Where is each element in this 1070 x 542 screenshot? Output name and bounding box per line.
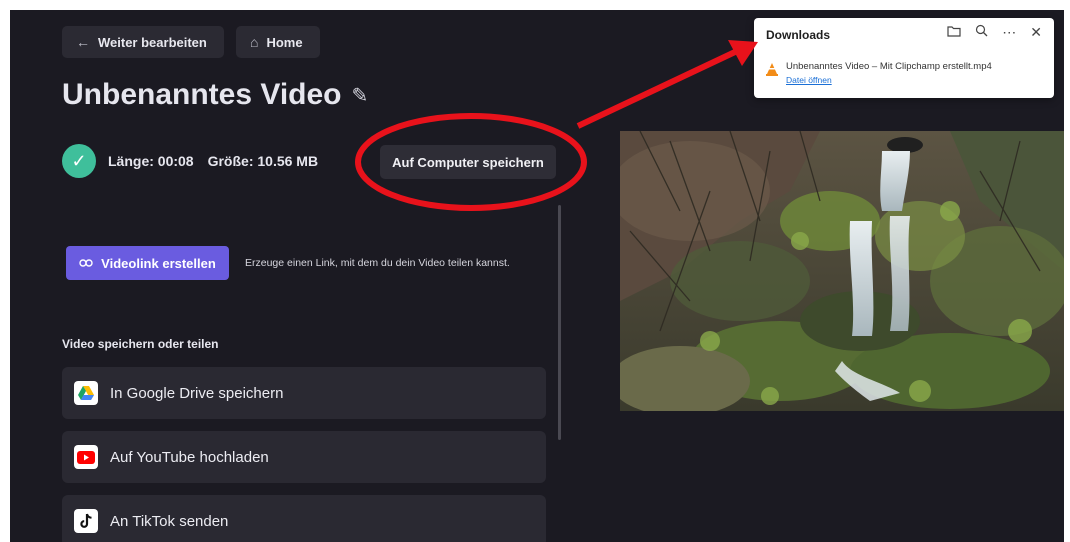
downloads-title: Downloads [766, 28, 831, 42]
download-file-name: Unbenanntes Video – Mit Clipchamp erstel… [786, 61, 992, 72]
create-video-link-label: Videolink erstellen [101, 255, 216, 271]
home-button[interactable]: ⌂ Home [236, 26, 320, 58]
create-video-link-button[interactable]: Videolink erstellen [66, 246, 229, 280]
downloads-toolbar: ⋯ ✕ [947, 24, 1042, 41]
back-to-editor-label: Weiter bearbeiten [98, 34, 207, 50]
video-title-text: Unbenanntes Video [62, 78, 342, 111]
more-icon[interactable]: ⋯ [1002, 24, 1016, 41]
home-icon: ⌂ [250, 34, 259, 50]
link-icon [79, 256, 93, 271]
close-icon[interactable]: ✕ [1030, 24, 1042, 41]
share-google-drive-label: In Google Drive speichern [110, 384, 284, 402]
tiktok-icon [74, 509, 98, 533]
downloads-panel: Downloads ⋯ ✕ Unbenanntes Video – Mit Cl… [754, 18, 1054, 98]
folder-icon[interactable] [947, 24, 961, 41]
vlc-file-icon [766, 63, 778, 81]
video-link-hint: Erzeuge einen Link, mit dem du dein Vide… [245, 257, 510, 269]
arrow-left-icon: ← [76, 34, 90, 50]
share-google-drive-button[interactable]: In Google Drive speichern [62, 367, 546, 419]
back-to-editor-button[interactable]: ← Weiter bearbeiten [62, 26, 224, 58]
share-section-title: Video speichern oder teilen [62, 337, 219, 351]
video-length: Länge: 00:08 [108, 153, 194, 169]
video-size: Größe: 10.56 MB [207, 153, 319, 169]
video-title: Unbenanntes Video ✎ [62, 78, 368, 112]
google-drive-icon [74, 381, 98, 405]
home-label: Home [266, 34, 303, 50]
share-youtube-button[interactable]: Auf YouTube hochladen [62, 431, 546, 483]
waterfall-thumbnail [620, 131, 1064, 411]
scrollbar[interactable] [558, 205, 561, 440]
export-complete-icon: ✓ [62, 144, 96, 178]
share-youtube-label: Auf YouTube hochladen [110, 448, 269, 466]
video-meta: Länge: 00:08 Größe: 10.56 MB [108, 153, 318, 169]
edit-title-icon[interactable]: ✎ [352, 83, 369, 108]
youtube-icon [74, 445, 98, 469]
video-preview[interactable] [620, 131, 1064, 411]
open-file-link[interactable]: Datei öffnen [786, 75, 832, 85]
share-tiktok-button[interactable]: An TikTok senden [62, 495, 546, 542]
share-tiktok-label: An TikTok senden [110, 512, 229, 530]
save-to-computer-button[interactable]: Auf Computer speichern [380, 145, 556, 179]
search-icon[interactable] [975, 24, 988, 41]
